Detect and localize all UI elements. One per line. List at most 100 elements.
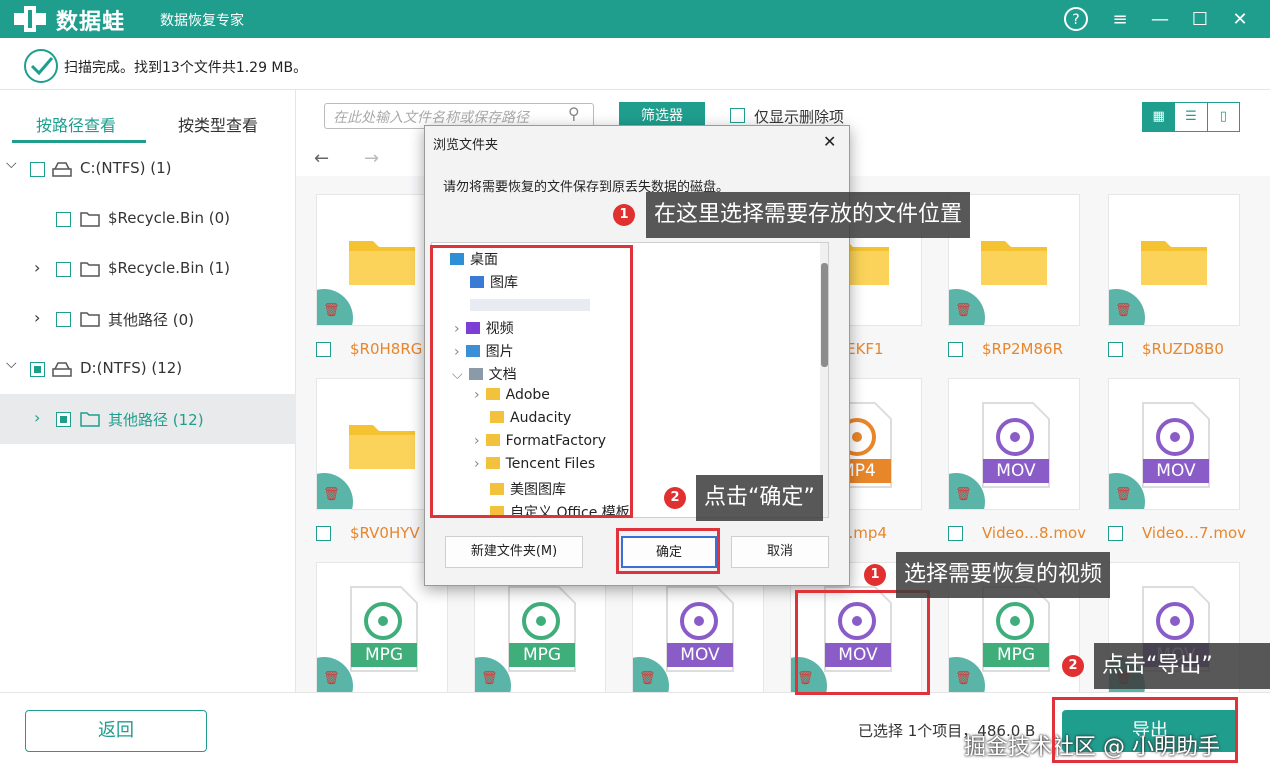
drive-icon xyxy=(52,362,72,377)
detail-view-icon[interactable]: ▯ xyxy=(1208,103,1239,131)
scan-status-text: 扫描完成。找到13个文件共1.29 MB。 xyxy=(64,60,308,76)
trash-icon: 🗑 xyxy=(955,671,972,686)
chevron-right-icon[interactable]: › xyxy=(34,408,40,427)
trash-icon: 🗑 xyxy=(323,303,340,318)
folder-icon xyxy=(349,241,415,285)
file-ext-label: MPG xyxy=(996,645,1036,665)
file-caption: $RV0HYV xyxy=(350,524,420,542)
drive-icon xyxy=(52,162,72,177)
dialog-close-icon[interactable]: ✕ xyxy=(823,132,836,151)
list-view-icon[interactable]: ☰ xyxy=(1175,103,1208,131)
app-logo-icon xyxy=(14,6,46,32)
file-card[interactable]: MOV 🗑 xyxy=(948,378,1080,510)
step-badge: 1 xyxy=(613,204,635,226)
tree-item-label: $Recycle.Bin (0) xyxy=(108,209,231,227)
new-folder-button[interactable]: 新建文件夹(M) xyxy=(445,536,583,568)
tree-item-other-path-12[interactable]: › 其他路径 (12) xyxy=(0,394,296,444)
tab-underline xyxy=(12,140,146,143)
file-checkbox[interactable] xyxy=(316,342,331,357)
file-caption: $RUZD8B0 xyxy=(1142,340,1224,358)
tree-item-label: 其他路径 (0) xyxy=(108,311,195,329)
annotation-callout: 点击“确定” xyxy=(696,475,823,521)
file-checkbox[interactable] xyxy=(316,526,331,541)
tab-by-type[interactable]: 按类型查看 xyxy=(178,112,258,136)
file-ext-label: MOV xyxy=(1156,461,1196,481)
file-checkbox[interactable] xyxy=(948,526,963,541)
deleted-badge: 🗑 xyxy=(317,473,353,509)
view-tabs: 按路径查看 按类型查看 xyxy=(0,90,296,144)
highlight-export-button xyxy=(1052,697,1238,763)
menu-icon[interactable]: ≡ xyxy=(1106,5,1134,33)
file-ext-label: MPG xyxy=(522,645,562,665)
folder-icon xyxy=(1141,241,1207,285)
file-caption: $R0H8RG xyxy=(350,340,423,358)
title-bar: 数据蛙 数据恢复专家 ? ≡ — ☐ ✕ xyxy=(0,0,1270,38)
tree-item-other-path-0[interactable]: › 其他路径 (0) xyxy=(0,294,296,344)
tree-item-c-drive[interactable]: ⌵ C:(NTFS) (1) xyxy=(0,144,296,194)
file-ext-label: MPG xyxy=(364,645,404,665)
highlight-selected-video xyxy=(795,590,930,695)
file-checkbox[interactable] xyxy=(948,342,963,357)
highlight-ok-button xyxy=(616,528,720,574)
tree-checkbox[interactable] xyxy=(56,412,71,427)
scan-status-bar: 扫描完成。找到13个文件共1.29 MB。 xyxy=(0,38,1270,90)
folder-icon xyxy=(80,412,100,427)
trash-icon: 🗑 xyxy=(639,671,656,686)
tree-checkbox[interactable] xyxy=(30,162,45,177)
deleted-badge: 🗑 xyxy=(1109,289,1145,325)
file-checkbox[interactable] xyxy=(1108,342,1123,357)
back-arrow-icon[interactable]: ← xyxy=(314,148,329,169)
deleted-badge: 🗑 xyxy=(317,657,353,692)
chevron-down-icon[interactable]: ⌵ xyxy=(6,356,17,372)
tree-item-label: C:(NTFS) (1) xyxy=(80,159,172,177)
tree-checkbox[interactable] xyxy=(30,362,45,377)
help-icon[interactable]: ? xyxy=(1062,5,1090,33)
step-badge: 1 xyxy=(864,564,886,586)
app-brand: 数据蛙 xyxy=(56,10,126,35)
minimize-icon[interactable]: — xyxy=(1146,5,1174,33)
trash-icon: 🗑 xyxy=(955,303,972,318)
tree-item-recycle-bin-1[interactable]: › $Recycle.Bin (1) xyxy=(0,244,296,294)
chevron-right-icon[interactable]: › xyxy=(34,308,40,327)
trash-icon: 🗑 xyxy=(1115,303,1132,318)
forward-arrow-icon[interactable]: → xyxy=(364,148,379,169)
file-ext-label: MOV xyxy=(680,645,720,665)
trash-icon: 🗑 xyxy=(481,671,498,686)
grid-view-icon[interactable]: ▦ xyxy=(1143,103,1176,131)
tree-item-label: $Recycle.Bin (1) xyxy=(108,259,231,277)
only-deleted-checkbox[interactable] xyxy=(730,108,745,123)
file-card[interactable]: MOV 🗑 xyxy=(1108,378,1240,510)
back-button[interactable]: 返回 xyxy=(25,710,207,752)
trash-icon: 🗑 xyxy=(955,487,972,502)
left-panel: 按路径查看 按类型查看 ⌵ C:(NTFS) (1) $Recycle.Bin … xyxy=(0,90,296,692)
chevron-down-icon[interactable]: ⌵ xyxy=(6,156,17,172)
svg-text:?: ? xyxy=(1072,12,1079,28)
trash-icon: 🗑 xyxy=(323,671,340,686)
cancel-button[interactable]: 取消 xyxy=(731,536,829,568)
folder-icon xyxy=(80,312,100,327)
file-ext-label: MOV xyxy=(996,461,1036,481)
maximize-icon[interactable]: ☐ xyxy=(1186,5,1214,33)
chevron-right-icon[interactable]: › xyxy=(34,258,40,277)
view-mode-switch: ▦ ☰ ▯ xyxy=(1142,102,1240,132)
file-checkbox[interactable] xyxy=(1108,526,1123,541)
highlight-folder-tree xyxy=(430,245,633,518)
annotation-callout: 点击“导出” xyxy=(1094,643,1270,689)
deleted-badge: 🗑 xyxy=(317,289,353,325)
app-subtitle: 数据恢复专家 xyxy=(160,13,244,29)
search-icon[interactable]: ⚲ xyxy=(568,104,580,123)
tree-item-recycle-bin-0[interactable]: $Recycle.Bin (0) xyxy=(0,194,296,244)
tree-item-label: 其他路径 (12) xyxy=(108,411,204,429)
tree-checkbox[interactable] xyxy=(56,212,71,227)
deleted-badge: 🗑 xyxy=(949,657,985,692)
scrollbar-thumb[interactable] xyxy=(821,263,828,367)
folder-icon xyxy=(981,241,1047,285)
tree-item-d-drive[interactable]: ⌵ D:(NTFS) (12) xyxy=(0,344,296,394)
tree-checkbox[interactable] xyxy=(56,262,71,277)
tree-checkbox[interactable] xyxy=(56,312,71,327)
only-deleted-label: 仅显示删除项 xyxy=(754,108,845,126)
tab-by-path[interactable]: 按路径查看 xyxy=(36,112,116,136)
close-icon[interactable]: ✕ xyxy=(1226,5,1254,33)
trash-icon: 🗑 xyxy=(323,487,340,502)
folder-card[interactable]: 🗑 xyxy=(1108,194,1240,326)
